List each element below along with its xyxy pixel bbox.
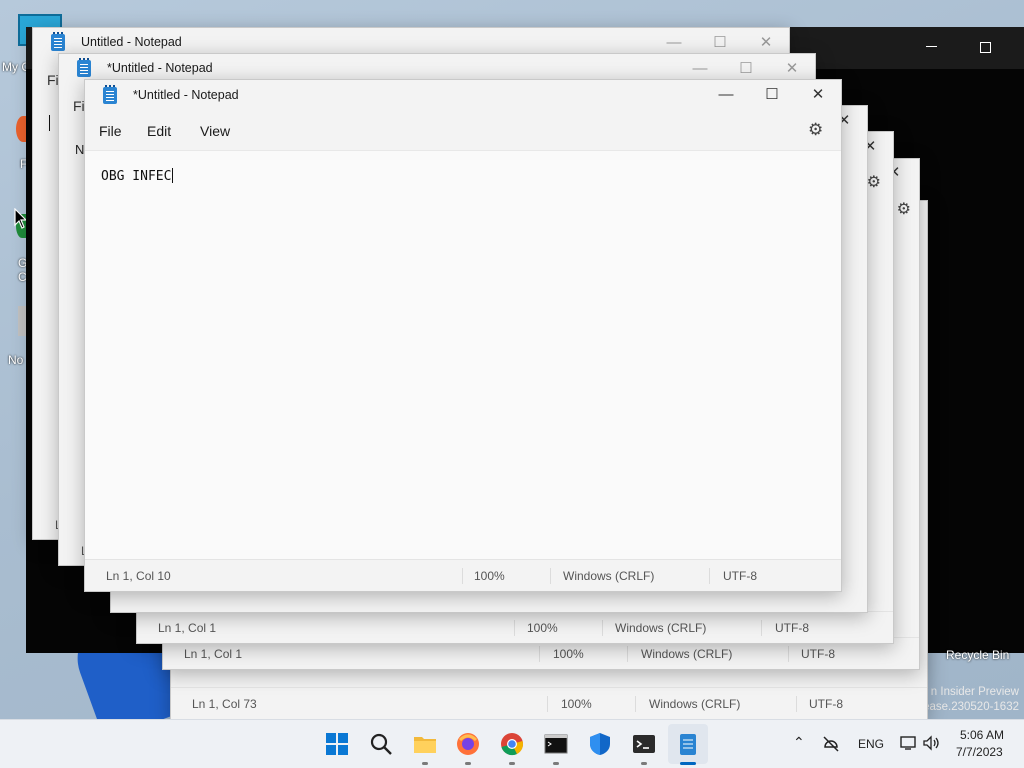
taskbar-running-indicator xyxy=(509,762,515,765)
notepad-shortcut-icon[interactable] xyxy=(18,306,26,336)
status-bar: Ln 1, Col 73 100% Windows (CRLF) UTF-8 xyxy=(171,687,927,719)
close-button[interactable]: ✕ xyxy=(795,80,841,110)
notepad-icon[interactable] xyxy=(676,732,700,756)
watermark-line1: n Insider Preview xyxy=(930,686,1019,698)
settings-icon[interactable]: ⚙ xyxy=(897,199,911,219)
editor-content[interactable]: OBG INFEC xyxy=(101,168,174,184)
status-eol: Windows (CRLF) xyxy=(649,697,741,711)
minimize-icon[interactable] xyxy=(926,46,937,47)
language-indicator[interactable]: ENG xyxy=(858,737,884,751)
status-encoding: UTF-8 xyxy=(801,647,835,661)
status-position: Ln 1, Col 10 xyxy=(106,569,171,583)
shield-icon[interactable] xyxy=(588,732,612,756)
taskbar-running-indicator xyxy=(465,762,471,765)
terminal-icon[interactable] xyxy=(632,732,656,756)
show-hidden-icons-chevron-icon[interactable]: ⌃ xyxy=(793,734,805,751)
notepad-icon xyxy=(103,85,117,104)
menu-view[interactable]: View xyxy=(200,123,230,139)
folder-icon[interactable] xyxy=(413,732,437,756)
taskbar: ⌃ ENG 5:06 AM 7/7/2023 xyxy=(0,719,1024,768)
clock-time[interactable]: 5:06 AM xyxy=(960,728,1004,742)
status-bar: Ln 1, Col 1 100% Windows (CRLF) UTF-8 xyxy=(137,611,893,643)
notepad-window-active[interactable]: *Untitled - Notepad — ☐ ✕ File Edit View… xyxy=(84,79,842,592)
status-zoom: 100% xyxy=(527,621,558,635)
search-icon[interactable] xyxy=(369,732,393,756)
status-encoding: UTF-8 xyxy=(723,569,757,583)
display-icon[interactable] xyxy=(900,735,916,751)
status-zoom: 100% xyxy=(553,647,584,661)
status-zoom: 100% xyxy=(474,569,505,583)
status-encoding: UTF-8 xyxy=(809,697,843,711)
text-caret xyxy=(49,115,50,131)
status-eol: Windows (CRLF) xyxy=(615,621,707,635)
maximize-icon[interactable] xyxy=(980,42,991,53)
status-separator xyxy=(709,568,710,584)
network-offline-icon[interactable] xyxy=(822,735,840,753)
status-eol: Windows (CRLF) xyxy=(563,569,655,583)
status-position: Ln 1, Col 73 xyxy=(192,697,257,711)
status-bar: Ln 1, Col 10 100% Windows (CRLF) UTF-8 xyxy=(85,559,841,591)
windows-start-icon[interactable] xyxy=(325,732,349,756)
window-title: Untitled - Notepad xyxy=(81,35,182,49)
taskbar-active-indicator xyxy=(680,762,696,765)
status-zoom: 100% xyxy=(561,697,592,711)
maximize-button[interactable]: ☐ xyxy=(749,80,795,110)
text-caret xyxy=(172,168,174,183)
taskbar-running-indicator xyxy=(422,762,428,765)
menu-file[interactable]: File xyxy=(99,123,122,139)
menu-bar: File Edit View ⚙ xyxy=(85,110,841,151)
status-encoding: UTF-8 xyxy=(775,621,809,635)
taskbar-running-indicator xyxy=(553,762,559,765)
notepad-icon xyxy=(77,58,91,77)
status-separator xyxy=(550,568,551,584)
command-prompt-icon[interactable] xyxy=(544,732,568,756)
status-position: Ln 1, Col 1 xyxy=(158,621,217,635)
titlebar[interactable]: *Untitled - Notepad — ☐ ✕ xyxy=(85,80,841,110)
chrome-icon[interactable] xyxy=(500,732,524,756)
clock-date[interactable]: 7/7/2023 xyxy=(956,745,1003,759)
window-title: *Untitled - Notepad xyxy=(133,88,239,102)
notepad-icon xyxy=(51,32,65,51)
recycle-bin-label[interactable]: Recycle Bin xyxy=(946,648,1009,662)
settings-icon[interactable]: ⚙ xyxy=(867,172,881,192)
firefox-icon[interactable] xyxy=(456,732,480,756)
editor-text: OBG INFEC xyxy=(101,169,172,184)
window-title: *Untitled - Notepad xyxy=(107,61,213,75)
desktop-label-notepad: No xyxy=(8,353,24,367)
status-eol: Windows (CRLF) xyxy=(641,647,733,661)
volume-icon[interactable] xyxy=(922,735,940,751)
menu-file[interactable]: Fi xyxy=(73,98,85,114)
watermark-line2: ease.230520-1632 xyxy=(923,701,1019,713)
minimize-button[interactable]: — xyxy=(703,80,749,110)
menu-edit[interactable]: Edit xyxy=(147,123,171,139)
taskbar-running-indicator xyxy=(641,762,647,765)
status-separator xyxy=(462,568,463,584)
text-editor[interactable]: OBG INFEC xyxy=(85,151,841,559)
settings-icon[interactable]: ⚙ xyxy=(808,120,823,140)
status-position: Ln 1, Col 1 xyxy=(184,647,243,661)
